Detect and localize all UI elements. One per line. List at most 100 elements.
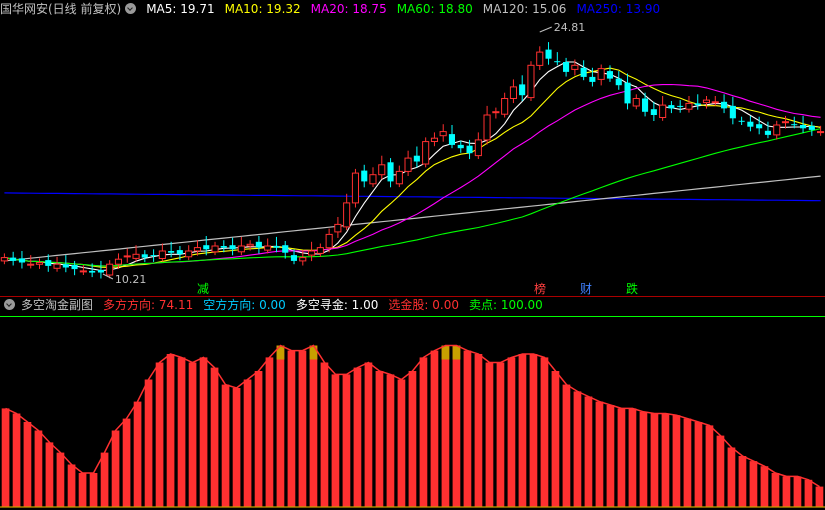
candle-body <box>474 139 482 157</box>
candle-body <box>316 247 324 254</box>
bar-mark <box>386 374 395 507</box>
candle-body <box>729 105 736 119</box>
candle-body <box>492 111 500 114</box>
candle-body <box>632 98 640 107</box>
chevron-down-icon[interactable] <box>4 299 15 310</box>
candle-body <box>62 264 69 268</box>
candle-body <box>255 241 262 248</box>
candle-body <box>369 174 377 185</box>
event-marker-3: 跌 <box>626 281 638 296</box>
candle-body <box>800 125 807 129</box>
bar-top-mark <box>441 345 450 360</box>
candle-body <box>71 265 78 270</box>
candle-body <box>536 51 544 66</box>
high-arrow <box>539 26 552 33</box>
candle-body <box>79 270 87 273</box>
candle-body <box>439 131 447 137</box>
bar-mark <box>100 452 109 507</box>
bar-mark <box>353 367 362 507</box>
candle-body <box>325 233 333 249</box>
bar-mark <box>771 473 780 507</box>
bar-mark <box>45 442 54 507</box>
candlestick-chart[interactable]: 24.81 10.21 减 榜 财 跌 <box>0 0 825 296</box>
candle-body <box>756 124 763 129</box>
bar-mark <box>23 422 32 507</box>
bar-mark <box>628 408 637 507</box>
candle-body <box>404 157 412 172</box>
bar-mark <box>617 408 626 507</box>
bar-mark <box>804 479 813 507</box>
low-price-label: 10.21 <box>115 273 146 286</box>
candle-body <box>501 98 509 115</box>
candle-body <box>448 134 455 145</box>
bar-mark <box>331 374 340 507</box>
candle-body <box>35 262 44 265</box>
bar-top-mark <box>452 345 461 360</box>
bar-mark <box>254 371 263 507</box>
bar-mark <box>782 476 791 507</box>
bar-mark <box>78 473 87 507</box>
candle-body <box>483 114 491 141</box>
bar-mark <box>661 413 670 507</box>
sub-indicator-0: 多方方向: 74.11 <box>103 298 194 312</box>
candle-body <box>45 260 52 266</box>
candle-body <box>624 82 631 104</box>
candle-body <box>27 263 35 266</box>
candle-body <box>299 257 307 262</box>
candle-body <box>422 141 430 165</box>
bar-mark <box>133 401 142 507</box>
bar-mark <box>419 357 428 507</box>
bar-mark <box>705 425 714 507</box>
bar-mark <box>364 362 373 507</box>
sub-indicator-list: 多方方向: 74.11 空方方向: 0.00 多空寻金: 1.00 选金股: 0.00… <box>99 298 549 312</box>
candle-body <box>781 121 790 124</box>
candle-body <box>97 270 104 273</box>
candle-body <box>132 253 140 259</box>
candle-body <box>808 125 815 130</box>
candle-body <box>361 170 368 182</box>
bar-mark <box>298 350 307 507</box>
candle-body <box>168 251 175 253</box>
candle-body <box>650 109 657 115</box>
bar-mark <box>111 430 120 507</box>
candle-body <box>711 101 719 104</box>
bar-mark <box>56 452 65 507</box>
bar-mark <box>727 447 736 507</box>
bar-mark <box>430 350 439 507</box>
candle-body <box>114 258 123 265</box>
bar-mark <box>738 456 747 507</box>
candle-body <box>509 86 517 100</box>
candle-body <box>791 124 798 126</box>
bar-mark <box>375 371 384 507</box>
bar-mark <box>243 379 252 507</box>
event-marker-0: 减 <box>197 282 209 296</box>
bar-mark <box>595 401 604 507</box>
bar-mark <box>320 362 329 507</box>
bar-mark <box>529 354 538 507</box>
bull-bear-bar-chart[interactable] <box>0 317 825 510</box>
bar-mark <box>122 418 131 507</box>
candle-body <box>545 49 552 59</box>
candle-body <box>597 68 605 80</box>
bar-mark <box>540 357 549 507</box>
bar-mark <box>177 357 186 507</box>
bar-mark <box>199 357 208 507</box>
bar-mark <box>760 466 769 507</box>
candle-body <box>264 245 272 251</box>
bar-top-mark <box>309 345 318 360</box>
candle-body <box>554 61 561 63</box>
bar-mark <box>463 350 472 507</box>
candle-body <box>282 245 289 253</box>
bar-mark <box>221 384 230 507</box>
event-marker-1: 榜 <box>534 281 546 296</box>
bar-mark <box>276 345 285 507</box>
candle-body <box>615 78 622 86</box>
bar-mark <box>188 362 197 507</box>
candle-body <box>246 243 254 247</box>
ma120-line <box>4 175 821 262</box>
candle-body <box>571 64 579 70</box>
bar-mark <box>485 362 494 507</box>
candle-body <box>0 257 8 262</box>
bar-mark <box>551 371 560 507</box>
candle-body <box>334 223 342 233</box>
